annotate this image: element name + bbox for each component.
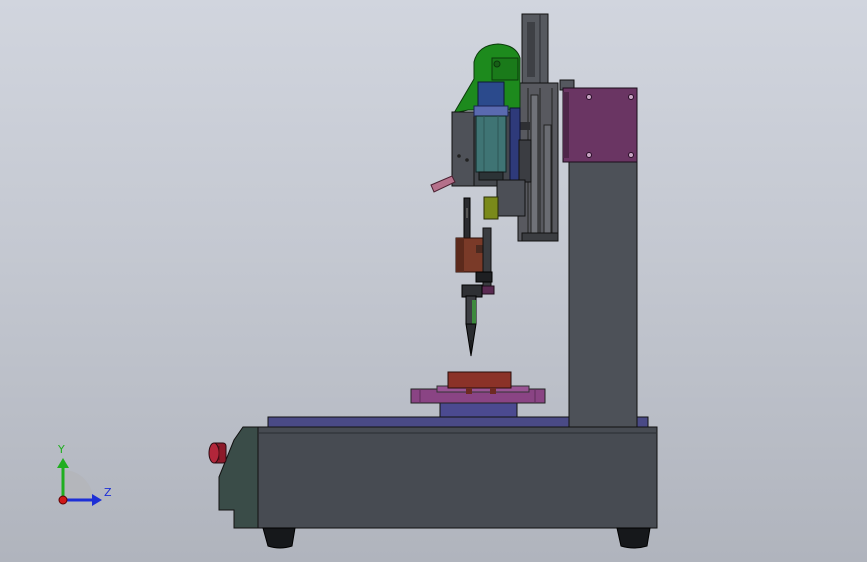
foot-rear <box>616 527 651 549</box>
workpiece <box>447 371 512 389</box>
x-axis-dot <box>58 495 68 505</box>
cad-viewport[interactable]: Y Z <box>0 0 867 562</box>
triad-z-label: Z <box>104 486 112 499</box>
view-orientation-triad <box>57 458 102 506</box>
z-axis-arrow <box>92 494 102 506</box>
dispensing-robot-model[interactable] <box>0 0 867 562</box>
emergency-stop-button[interactable] <box>208 442 227 464</box>
z-motor-mount[interactable] <box>562 87 638 163</box>
y-axis-arrow <box>57 458 69 468</box>
fixture[interactable] <box>410 371 546 418</box>
dispensing-head[interactable] <box>430 43 532 357</box>
triad-y-label: Y <box>58 443 65 456</box>
base-housing[interactable] <box>218 426 658 549</box>
foot-front <box>262 527 296 549</box>
